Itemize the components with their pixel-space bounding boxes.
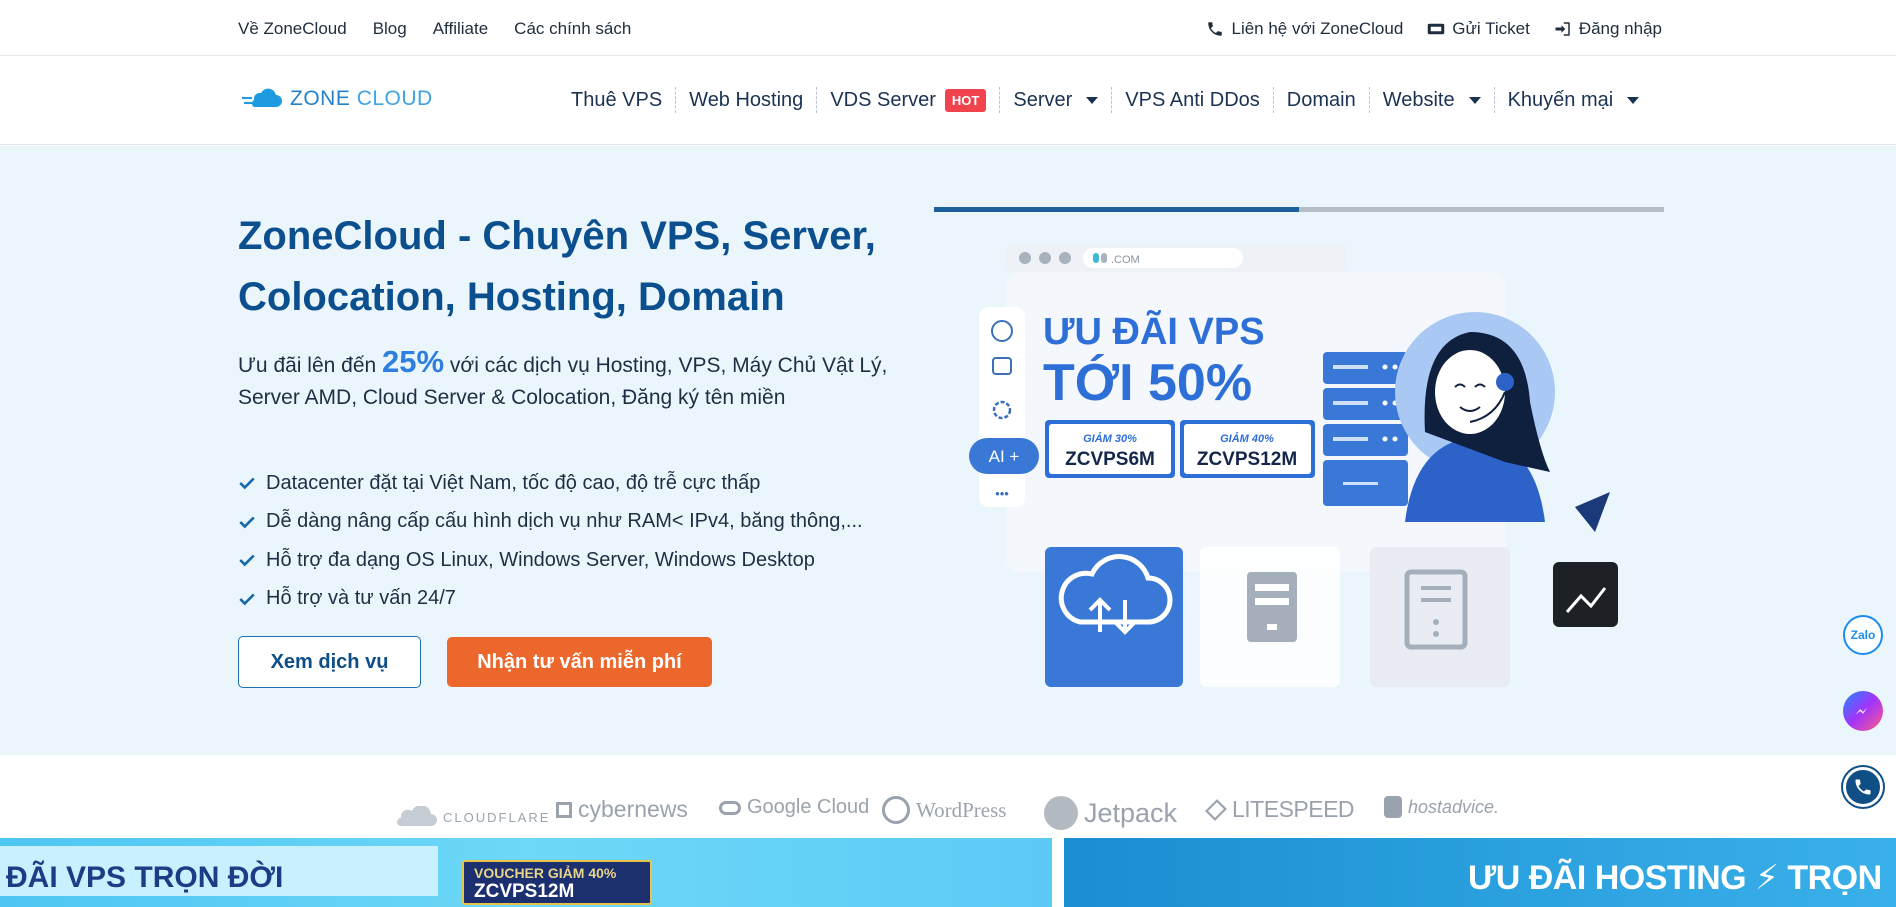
promo-illustration: .COM AI + ••• ƯU ĐÃI VPS TỚI 50% GIẢM 30…: [969, 244, 1618, 687]
ticket-icon: [1427, 20, 1445, 38]
hostadvice-logo: hostadvice.: [1384, 796, 1499, 818]
menu-website[interactable]: Website: [1370, 87, 1495, 113]
chevron-down-icon: [1627, 96, 1640, 104]
view-services-button[interactable]: Xem dịch vụ: [238, 636, 421, 688]
messenger-button[interactable]: [1843, 691, 1883, 731]
phone-icon: [1206, 20, 1224, 38]
vps-lifetime-banner[interactable]: ĐÃI VPS TRỌN ĐỜI VOUCHER GIẢM 40% ZCVPS1…: [0, 838, 1052, 907]
svg-text:ZCVPS6M: ZCVPS6M: [1065, 449, 1155, 470]
hero-subtitle: Ưu đãi lên đến 25% với các dịch vụ Hosti…: [238, 344, 888, 410]
zalo-button[interactable]: Zalo: [1843, 615, 1883, 655]
link-blog[interactable]: Blog: [373, 19, 407, 39]
cloud-icon: [397, 806, 437, 826]
hosting-promo-banner[interactable]: ƯU ĐÃI HOSTING ⚡ TRỌN: [1064, 838, 1896, 907]
check-icon: [239, 554, 255, 567]
voucher-badge: VOUCHER GIẢM 40% ZCVPS12M: [462, 860, 652, 905]
menu-domain[interactable]: Domain: [1274, 87, 1370, 113]
cloudflare-logo: CLOUDFLARE: [393, 806, 550, 828]
check-icon: [239, 516, 255, 529]
menu-anti-ddos[interactable]: VPS Anti DDos: [1112, 87, 1274, 113]
list-item: Datacenter đặt tại Việt Nam, tốc độ cao,…: [238, 464, 863, 503]
hero-section: ZoneCloud - Chuyên VPS, Server, Colocati…: [0, 146, 1896, 755]
login-label: Đăng nhập: [1578, 19, 1662, 38]
slide-progress: [934, 207, 1664, 212]
top-bar: Về ZoneCloud Blog Affiliate Các chính sá…: [0, 0, 1896, 56]
menu-promotions[interactable]: Khuyến mại: [1495, 87, 1653, 113]
more-icon: •••: [995, 486, 1009, 501]
hero-title: ZoneCloud - Chuyên VPS, Server, Colocati…: [238, 214, 876, 319]
google-cloud-logo: Google Cloud: [719, 796, 869, 819]
jetpack-logo: Jetpack: [1044, 796, 1177, 830]
main-nav: ZONE CLOUD Thuê VPS Web Hosting VDS Serv…: [0, 57, 1896, 145]
menu-vds-server[interactable]: VDS Server HOT: [817, 87, 1001, 113]
promo-headline-1: ƯU ĐÃI VPS: [1043, 309, 1265, 353]
zalo-icon: Zalo: [1850, 628, 1876, 642]
link-policies[interactable]: Các chính sách: [514, 19, 631, 39]
wordpress-logo: WordPress: [882, 796, 1006, 824]
ticket-label: Gửi Ticket: [1452, 19, 1530, 38]
menu-server[interactable]: Server: [1000, 87, 1113, 113]
hot-badge: HOT: [944, 88, 987, 112]
list-item: Hỗ trợ đa dạng OS Linux, Windows Server,…: [238, 541, 863, 580]
link-affiliate[interactable]: Affiliate: [433, 19, 488, 39]
top-links: Về ZoneCloud Blog Affiliate Các chính sá…: [238, 19, 631, 39]
call-button[interactable]: [1843, 767, 1883, 807]
svg-text:GIẢM 40%: GIẢM 40%: [1220, 432, 1274, 445]
url-text: .COM: [1111, 254, 1140, 266]
svg-text:GIẢM 30%: GIẢM 30%: [1083, 432, 1137, 445]
cloud-logo-icon: [242, 88, 282, 107]
chart-trend-icon: [1553, 562, 1618, 627]
primary-menu: Thuê VPS Web Hosting VDS Server HOT Serve…: [558, 87, 1652, 113]
server-rack-icon: [1323, 352, 1408, 506]
check-icon: [239, 477, 255, 490]
login-link[interactable]: Đăng nhập: [1554, 19, 1662, 39]
list-item: Dễ dàng nâng cấp cấu hình dịch vụ như RA…: [238, 503, 863, 542]
list-item: Hỗ trợ và tư vấn 24/7: [238, 580, 863, 619]
cybernews-logo: cybernews: [556, 796, 688, 823]
messenger-icon: [1855, 707, 1868, 715]
slide-progress-fill: [934, 207, 1299, 212]
chevron-down-icon: [1468, 96, 1481, 104]
partner-logos: CLOUDFLARE cybernews Google Cloud WordPr…: [0, 756, 1896, 838]
logo-text: ZONE CLOUD: [290, 87, 433, 110]
ticket-link[interactable]: Gửi Ticket: [1427, 19, 1530, 39]
link-about[interactable]: Về ZoneCloud: [238, 19, 347, 39]
promo-headline-2: TỚI 50%: [1043, 354, 1252, 412]
contact-label: Liên hệ với ZoneCloud: [1231, 19, 1404, 38]
banner-title: ĐÃI VPS TRỌN ĐỜI: [0, 846, 438, 896]
menu-web-hosting[interactable]: Web Hosting: [676, 87, 818, 113]
logo[interactable]: ZONE CLOUD: [242, 87, 433, 111]
ai-button-label: AI +: [989, 447, 1020, 466]
litespeed-logo: LITESPEED: [1205, 796, 1355, 823]
phone-icon: [1855, 779, 1871, 795]
chevron-down-icon: [1086, 96, 1099, 104]
menu-vps[interactable]: Thuê VPS: [558, 87, 677, 113]
login-icon: [1554, 20, 1572, 38]
contact-link[interactable]: Liên hệ với ZoneCloud: [1206, 19, 1403, 39]
banner-title: ƯU ĐÃI HOSTING ⚡ TRỌN: [1468, 859, 1882, 897]
top-actions: Liên hệ với ZoneCloud Gửi Ticket Đăng nh…: [1206, 19, 1662, 39]
free-consult-button[interactable]: Nhận tư vấn miễn phí: [447, 637, 712, 687]
feature-list: Datacenter đặt tại Việt Nam, tốc độ cao,…: [238, 464, 863, 618]
discount-percent: 25%: [382, 344, 445, 379]
svg-text:ZCVPS12M: ZCVPS12M: [1197, 449, 1297, 470]
check-icon: [239, 593, 255, 606]
server-icon: [1247, 572, 1297, 642]
support-agent-illustration: [1395, 312, 1610, 532]
